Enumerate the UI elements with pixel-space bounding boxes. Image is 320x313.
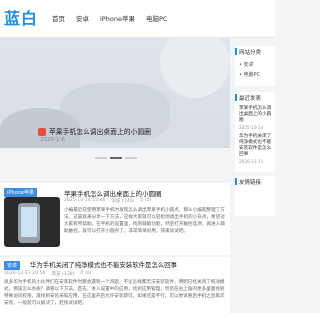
post-category-badge[interactable]: iPhone苹果 (4, 188, 37, 197)
section-marker-icon (235, 178, 237, 185)
nav-item-pc[interactable]: 电脑PC (146, 13, 167, 23)
phone-screen-image (21, 207, 37, 237)
post-category-badge[interactable]: 安卓 (4, 261, 21, 270)
slider-dot[interactable] (95, 157, 107, 159)
sidebar-item-pc[interactable]: • 电脑PC (239, 71, 260, 78)
post-card: 安卓 华为手机关闭了纯净模式也不能安装软件是怎么回事 2026-12-11 20… (0, 257, 230, 313)
post-card: iPhone苹果 苹果手机怎么调出桌面上的小圆圈 2025-10-14 15:4… (0, 183, 230, 255)
post-meta: 2025-10-14 15:46 浏览 (146) 0 (0) (64, 198, 151, 204)
sidebar: 网站分类 • 安卓 • 电脑PC 最近发表 苹果手机怎么调出桌面上的小圆圈 20… (235, 38, 275, 275)
post-excerpt: 很多华为手机的小伙伴们在安装软件时都会遇到一个问题，不论怎样都无法安装软件，明明… (4, 280, 225, 306)
recent-post-date: 2025-10-14 (239, 125, 264, 130)
section-marker-icon (235, 94, 237, 101)
post-views: 浏览 (146) (111, 199, 135, 204)
recent-post-link[interactable]: 苹果手机怎么调出桌面上的小圆圈 (239, 106, 275, 124)
post-title[interactable]: 苹果手机怎么调出桌面上的小圆圈 (64, 188, 162, 198)
banner-caption[interactable]: 苹果手机怎么调出桌面上的小圆圈 2025-1-6 (0, 124, 230, 146)
main-nav: 首页 安卓 iPhone苹果 电脑PC (52, 13, 167, 23)
post-title[interactable]: 华为手机关闭了纯净模式也不能安装软件是怎么回事 (30, 260, 177, 269)
site-logo[interactable]: 蓝白 (4, 5, 38, 29)
slider-dots (95, 157, 137, 159)
post-meta: 2026-12-11 20:56 浏览 (138) 0 (0) (4, 271, 91, 277)
links-title: 友情链接 (239, 180, 262, 186)
post-likes: 0 (0) (80, 271, 92, 276)
recent-post-link[interactable]: 华为手机关闭了纯净模式也不能安装软件是怎么回事 (239, 134, 275, 158)
post-date: 2026-12-11 20:56 (4, 271, 46, 276)
post-views: 浏览 (138) (51, 272, 75, 277)
main-content: 苹果手机怎么调出桌面上的小圆圈 2025-1-6 iPhone苹果 苹果手机怎么… (0, 38, 230, 313)
post-date: 2025-10-14 15:46 (64, 198, 106, 203)
post-excerpt: 小编最近在使用苹果手机时发现怎么调出苹果手机小圆点，那么小编就整理了方法，这篇就… (64, 208, 225, 234)
slider-dot-active[interactable] (110, 157, 122, 159)
recent-posts-box: 最近发表 苹果手机怎么调出桌面上的小圆圈 2025-10-14 华为手机关闭了纯… (235, 92, 275, 172)
section-marker-icon (235, 48, 237, 55)
sidebar-item-android[interactable]: • 安卓 (239, 61, 254, 68)
sidebar-nav-box: 网站分类 • 安卓 • 电脑PC (235, 46, 275, 86)
nav-item-android[interactable]: 安卓 (76, 13, 89, 23)
banner-badge-icon (38, 128, 46, 136)
slider-dot[interactable] (125, 157, 137, 159)
banner-title[interactable]: 苹果手机怎么调出桌面上的小圆圈 (49, 126, 151, 136)
post-thumbnail[interactable] (4, 197, 60, 247)
post-likes: 0 (0) (140, 198, 152, 203)
sidebar-nav-title: 网站分类 (239, 50, 262, 56)
banner-decor (160, 38, 230, 98)
recent-posts-title: 最近发表 (239, 96, 262, 102)
nav-item-iphone[interactable]: iPhone苹果 (100, 13, 135, 23)
top-bar: 蓝白 首页 安卓 iPhone苹果 电脑PC (0, 0, 275, 38)
recent-post-date: 2026-12-11 (239, 159, 264, 164)
nav-item-home[interactable]: 首页 (52, 13, 65, 23)
banner-date: 2025-1-6 (40, 137, 65, 143)
links-box: 友情链接 (235, 176, 275, 216)
